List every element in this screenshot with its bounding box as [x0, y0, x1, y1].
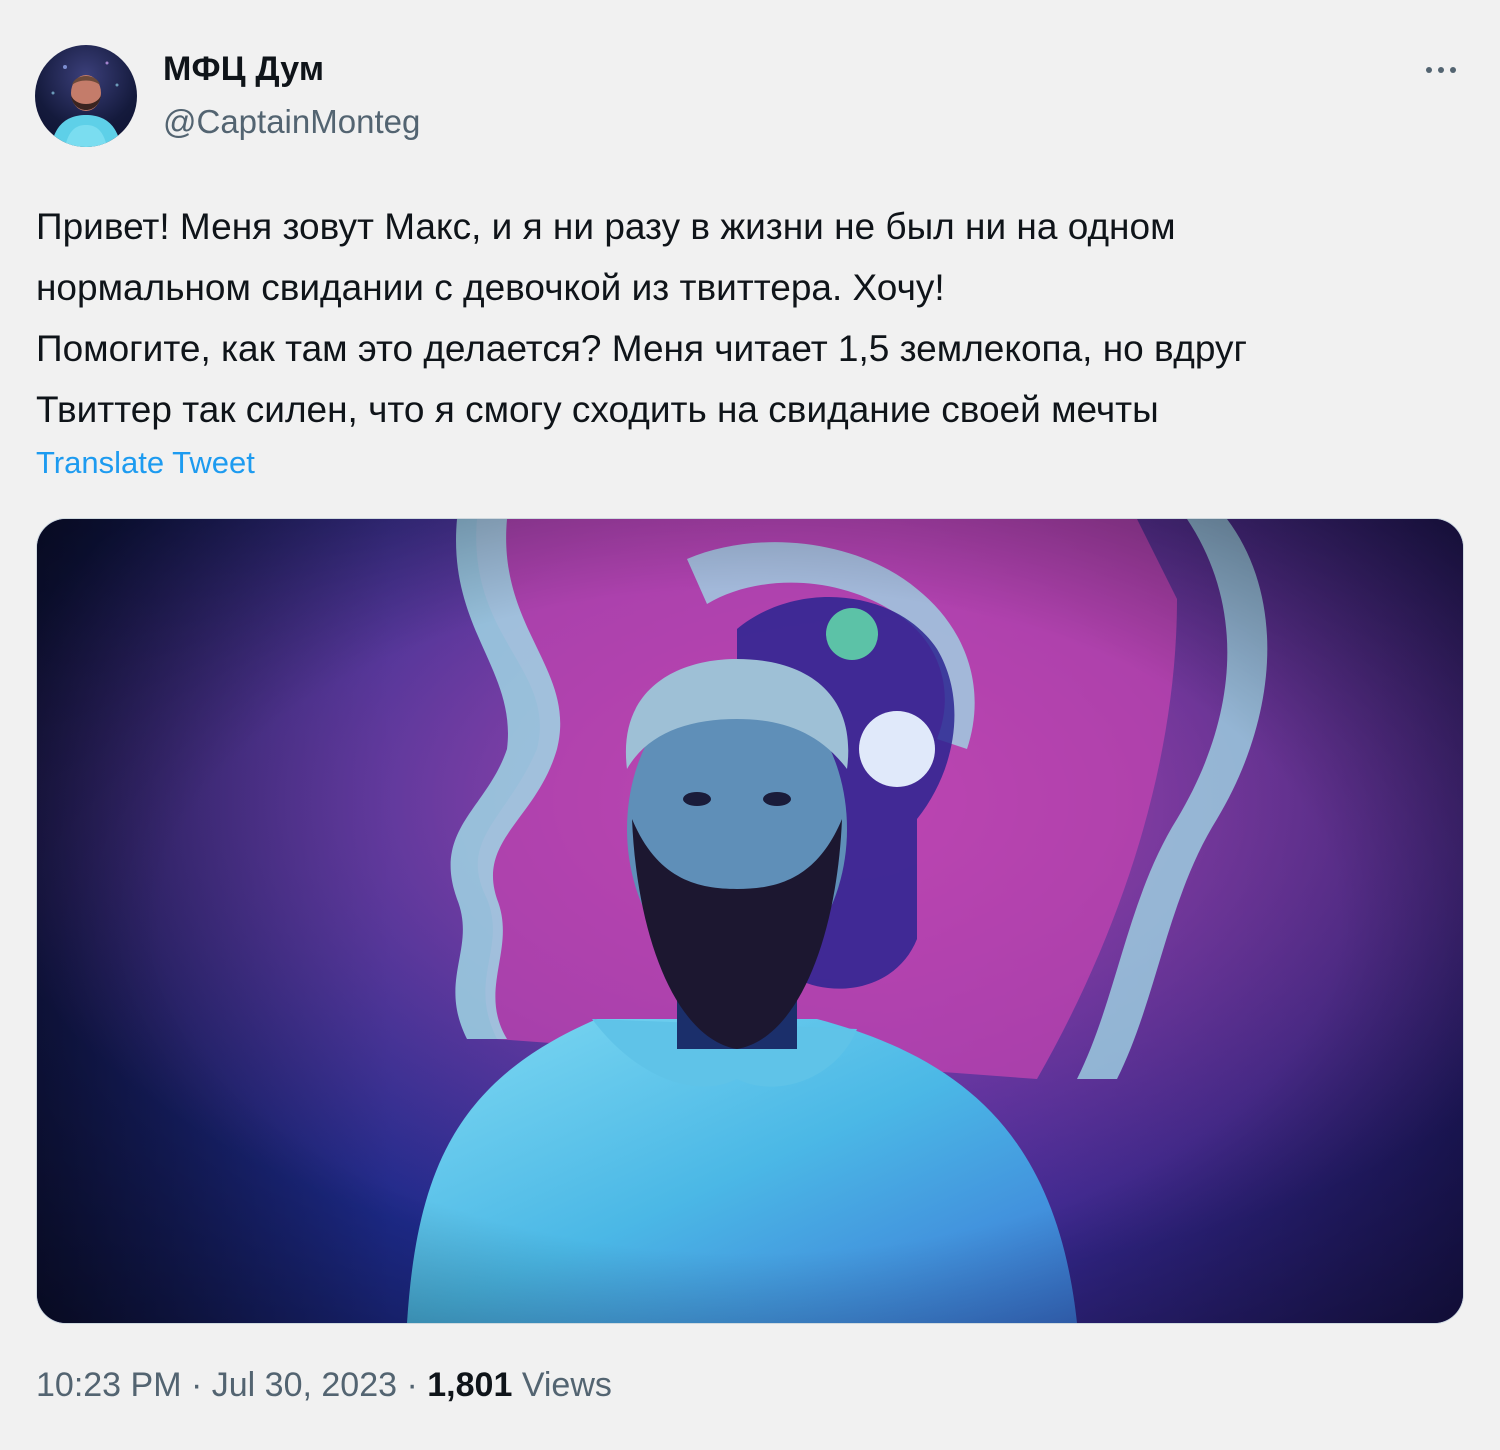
tweet-date[interactable]: Jul 30, 2023: [212, 1366, 397, 1404]
more-options-icon[interactable]: [1418, 50, 1464, 90]
tweet-card: МФЦ Дум @CaptainMonteg Привет! Меня зову…: [0, 0, 1500, 1450]
tweet-meta: 10:23 PM · Jul 30, 2023 · 1,801 Views: [36, 1366, 612, 1405]
tweet-text-line: Привет! Меня зовут Макс, и я ни разу в ж…: [36, 206, 1176, 247]
tweet-photo[interactable]: [36, 518, 1464, 1324]
dot: [1426, 67, 1432, 73]
author-display-name[interactable]: МФЦ Дум: [163, 50, 324, 89]
tweet-text-line: Твиттер так силен, что я смогу сходить н…: [36, 389, 1159, 430]
dot: [1438, 67, 1444, 73]
avatar[interactable]: [35, 45, 137, 147]
tweet-text-line: Помогите, как там это делается? Меня чит…: [36, 328, 1247, 369]
meta-separator: ·: [406, 1366, 418, 1404]
tweet-text-line: нормальном свидании с девочкой из твитте…: [36, 267, 945, 308]
tweet-time[interactable]: 10:23 PM: [36, 1366, 182, 1404]
tweet-text: Привет! Меня зовут Макс, и я ни разу в ж…: [36, 196, 1476, 440]
translate-tweet-link[interactable]: Translate Tweet: [36, 445, 255, 481]
dot: [1450, 67, 1456, 73]
author-handle[interactable]: @CaptainMonteg: [163, 103, 420, 141]
views-count: 1,801: [427, 1366, 513, 1404]
views-label: Views: [521, 1366, 612, 1404]
meta-separator: ·: [190, 1366, 203, 1404]
